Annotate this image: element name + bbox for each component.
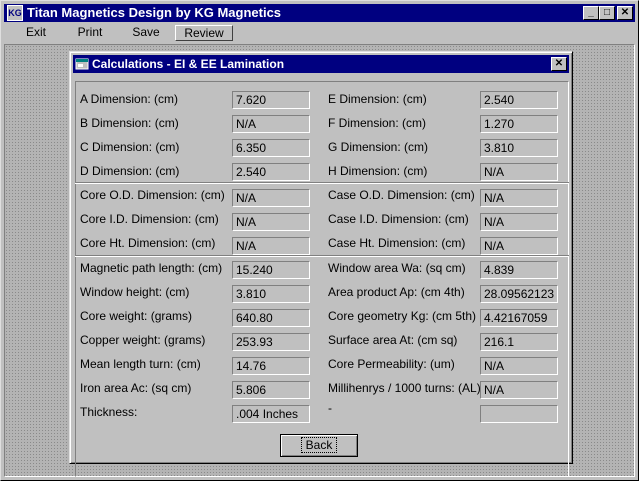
label-case-id: Case I.D. Dimension: (cm) <box>328 212 469 226</box>
label-d-dimension: D Dimension: (cm) <box>80 164 180 178</box>
label-core-ht: Core Ht. Dimension: (cm) <box>80 236 216 250</box>
value-h-dimension: N/A <box>480 163 558 181</box>
label-core-weight: Core weight: (grams) <box>80 309 193 323</box>
value-a-dimension: 7.620 <box>232 91 310 109</box>
window-icon <box>75 57 89 70</box>
menu-print-label: Print <box>77 25 103 39</box>
window-title: Titan Magnetics Design by KG Magnetics <box>27 5 282 20</box>
label-surface-area: Surface area At: (cm sq) <box>328 333 458 347</box>
value-iron-area: 5.806 <box>232 381 310 399</box>
menu-review-label: Review <box>184 26 224 40</box>
label-window-area: Window area Wa: (sq cm) <box>328 261 466 275</box>
menu-review[interactable]: Review <box>175 25 233 41</box>
value-surface-area: 216.1 <box>480 333 558 351</box>
maximize-button[interactable]: □ <box>599 6 615 20</box>
back-button-label: Back <box>300 437 338 453</box>
dialog-title: Calculations - EI & EE Lamination <box>92 57 285 71</box>
label-case-od: Case O.D. Dimension: (cm) <box>328 188 475 202</box>
label-c-dimension: C Dimension: (cm) <box>80 140 180 154</box>
value-copper-weight: 253.93 <box>232 333 310 351</box>
menu-exit[interactable]: Exit <box>14 25 58 41</box>
menu-save[interactable]: Save <box>124 25 168 41</box>
dialog-titlebar[interactable]: Calculations - EI & EE Lamination ✕ <box>73 55 569 73</box>
label-core-id: Core I.D. Dimension: (cm) <box>80 212 219 226</box>
calculations-dialog: Calculations - EI & EE Lamination ✕ A Di… <box>69 51 573 477</box>
minimize-button[interactable]: _ <box>583 6 599 20</box>
value-case-ht: N/A <box>480 237 558 255</box>
menu-save-label: Save <box>132 25 160 39</box>
label-thickness: Thickness: <box>80 405 138 419</box>
label-mean-length-turn: Mean length turn: (cm) <box>80 357 201 371</box>
label-magnetic-path-length: Magnetic path length: (cm) <box>80 261 223 275</box>
value-millihenrys-per-1000-turns: N/A <box>480 381 558 399</box>
value-case-od: N/A <box>480 189 558 207</box>
label-g-dimension: G Dimension: (cm) <box>328 140 429 154</box>
value-area-product: 28.09562123 <box>480 285 558 303</box>
label-copper-weight: Copper weight: (grams) <box>80 333 206 347</box>
label-core-permeability: Core Permeability: (um) <box>328 357 455 371</box>
menu-print[interactable]: Print <box>68 25 112 41</box>
value-g-dimension: 3.810 <box>480 139 558 157</box>
dialog-close-button[interactable]: ✕ <box>551 57 567 71</box>
back-button[interactable]: Back <box>280 434 358 457</box>
value-b-dimension: N/A <box>232 115 310 133</box>
label-b-dimension: B Dimension: (cm) <box>80 116 179 130</box>
label-case-ht: Case Ht. Dimension: (cm) <box>328 236 466 250</box>
value-core-geometry: 4.42167059 <box>480 309 558 327</box>
label-f-dimension: F Dimension: (cm) <box>328 116 427 130</box>
label-area-product: Area product Ap: (cm 4th) <box>328 285 465 299</box>
label-window-height: Window height: (cm) <box>80 285 190 299</box>
value-window-area: 4.839 <box>480 261 558 279</box>
value-e-dimension: 2.540 <box>480 91 558 109</box>
main-window: KG Titan Magnetics Design by KG Magnetic… <box>0 0 639 481</box>
value-core-id: N/A <box>232 213 310 231</box>
label-blank: - <box>328 401 332 415</box>
label-a-dimension: A Dimension: (cm) <box>80 92 179 106</box>
value-f-dimension: 1.270 <box>480 115 558 133</box>
section-divider-results <box>75 255 569 257</box>
close-button[interactable]: ✕ <box>617 6 633 20</box>
menu-exit-label: Exit <box>25 25 46 39</box>
window-controls: _ □ ✕ <box>583 6 633 20</box>
label-core-geometry: Core geometry Kg: (cm 5th) <box>328 309 477 323</box>
value-thickness: .004 Inches <box>232 405 310 423</box>
app-icon[interactable]: KG <box>7 5 23 21</box>
value-window-height: 3.810 <box>232 285 310 303</box>
value-blank <box>480 405 558 423</box>
window-titlebar[interactable]: KG Titan Magnetics Design by KG Magnetic… <box>4 4 635 22</box>
value-magnetic-path-length: 15.240 <box>232 261 310 279</box>
value-core-permeability: N/A <box>480 357 558 375</box>
label-e-dimension: E Dimension: (cm) <box>328 92 427 106</box>
value-case-id: N/A <box>480 213 558 231</box>
label-millihenrys-per-1000-turns: Millihenrys / 1000 turns: (AL) <box>328 381 481 395</box>
value-c-dimension: 6.350 <box>232 139 310 157</box>
label-h-dimension: H Dimension: (cm) <box>328 164 428 178</box>
label-core-od: Core O.D. Dimension: (cm) <box>80 188 225 202</box>
section-divider-core <box>75 182 569 184</box>
value-mean-length-turn: 14.76 <box>232 357 310 375</box>
value-core-ht: N/A <box>232 237 310 255</box>
value-d-dimension: 2.540 <box>232 163 310 181</box>
menubar: Exit Print Save Review <box>4 24 635 43</box>
label-iron-area: Iron area Ac: (sq cm) <box>80 381 192 395</box>
value-core-weight: 640.80 <box>232 309 310 327</box>
value-core-od: N/A <box>232 189 310 207</box>
